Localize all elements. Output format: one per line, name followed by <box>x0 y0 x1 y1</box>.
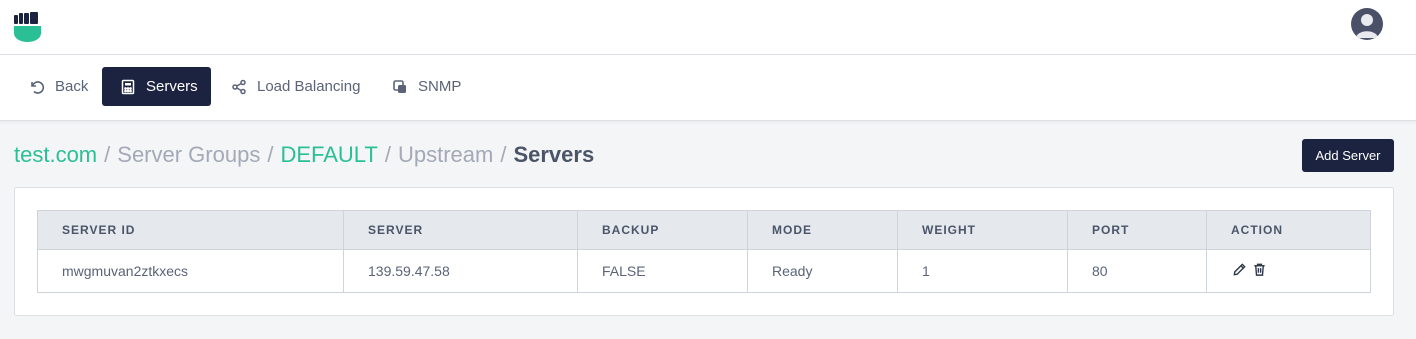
back-button[interactable]: Back <box>28 67 88 106</box>
back-label: Back <box>55 78 89 95</box>
delete-icon[interactable] <box>1251 262 1267 278</box>
page-title: Servers <box>513 142 595 167</box>
cell-weight: 1 <box>897 249 1068 293</box>
cell-backup: FALSE <box>577 249 748 293</box>
cell-mode: Ready <box>747 249 898 293</box>
fist-shield-logo-icon[interactable] <box>14 11 42 43</box>
tab-load-balancing[interactable]: Load Balancing <box>230 67 360 106</box>
column-backup: BACKUP <box>577 210 748 250</box>
table-header-row: SERVER ID SERVER BACKUP MODE WEIGHT PORT… <box>37 210 1371 250</box>
column-port: PORT <box>1067 210 1207 250</box>
breadcrumb-separator: / <box>267 142 274 167</box>
breadcrumb-separator: / <box>384 142 391 167</box>
share-icon <box>230 78 248 96</box>
copy-icon <box>391 78 409 96</box>
breadcrumb-upstream[interactable]: Upstream <box>398 142 493 168</box>
breadcrumb: test.com / Server Groups / DEFAULT / Ups… <box>14 140 594 170</box>
column-server: SERVER <box>343 210 578 250</box>
breadcrumb-separator: / <box>500 142 507 167</box>
tab-snmp[interactable]: SNMP <box>391 67 461 106</box>
top-bar <box>0 0 1416 55</box>
load-balancing-label: Load Balancing <box>257 78 361 95</box>
breadcrumb-separator: / <box>104 142 111 167</box>
breadcrumb-domain[interactable]: test.com <box>14 142 97 168</box>
column-mode: MODE <box>747 210 898 250</box>
breadcrumb-server-groups[interactable]: Server Groups <box>117 142 260 168</box>
user-avatar-icon[interactable] <box>1351 8 1383 40</box>
column-server-id: SERVER ID <box>37 210 344 250</box>
nav-bar: Back Servers Load Balancing SNMP <box>0 55 1416 121</box>
column-weight: WEIGHT <box>897 210 1068 250</box>
cell-server-id: mwgmuvan2ztkxecs <box>37 249 344 293</box>
servers-card: SERVER ID SERVER BACKUP MODE WEIGHT PORT… <box>14 187 1394 316</box>
breadcrumb-group[interactable]: DEFAULT <box>280 142 377 168</box>
servers-label: Servers <box>146 78 198 95</box>
add-server-button[interactable]: Add Server <box>1302 139 1394 172</box>
edit-icon[interactable] <box>1231 262 1247 278</box>
table-row: mwgmuvan2ztkxecs 139.59.47.58 FALSE Read… <box>37 249 1371 293</box>
cell-port: 80 <box>1067 249 1207 293</box>
servers-table: SERVER ID SERVER BACKUP MODE WEIGHT PORT… <box>37 210 1371 293</box>
undo-arrow-icon <box>28 78 46 96</box>
cell-action <box>1206 249 1371 293</box>
tab-servers[interactable]: Servers <box>102 67 211 106</box>
snmp-label: SNMP <box>418 78 462 95</box>
calculator-icon <box>119 78 137 96</box>
cell-server: 139.59.47.58 <box>343 249 578 293</box>
column-action: ACTION <box>1206 210 1371 250</box>
